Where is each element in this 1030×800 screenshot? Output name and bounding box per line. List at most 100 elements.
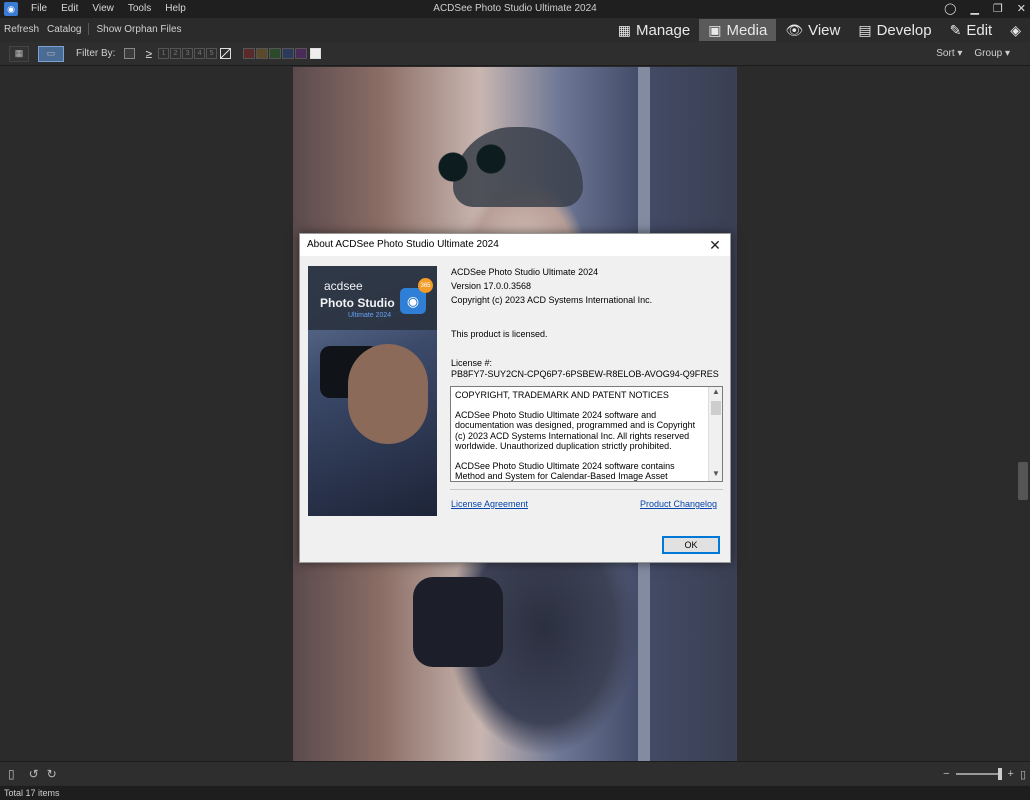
eye-icon: 👁 xyxy=(785,21,804,38)
restore-icon[interactable]: ❐ xyxy=(993,0,1003,18)
tab-develop-label: Develop xyxy=(876,21,932,39)
zoom-slider[interactable] xyxy=(955,768,1002,780)
zoom-out-icon[interactable]: − xyxy=(943,768,949,780)
rating-3[interactable]: 3 xyxy=(182,48,194,59)
menu-view[interactable]: View xyxy=(85,0,121,18)
dialog-title-bar: About ACDSee Photo Studio Ultimate 2024 … xyxy=(300,234,730,256)
notices-heading: COPYRIGHT, TRADEMARK AND PATENT NOTICES xyxy=(455,390,669,400)
status-bar: Total 17 items xyxy=(0,786,1030,800)
menu-edit[interactable]: Edit xyxy=(54,0,85,18)
menu-help[interactable]: Help xyxy=(158,0,193,18)
zoom-in-icon[interactable]: + xyxy=(1008,768,1014,780)
acdsee-window: ◉ File Edit View Tools Help ACDSee Photo… xyxy=(0,0,1030,800)
group-dropdown[interactable]: Group ▾ xyxy=(974,42,1010,66)
color-label-3[interactable] xyxy=(269,48,282,59)
product-name: ACDSee Photo Studio Ultimate 2024 xyxy=(451,267,599,277)
develop-icon: ▤ xyxy=(858,21,872,38)
toolbar-divider xyxy=(88,23,90,35)
tab-365[interactable]: ◈ xyxy=(1001,19,1030,41)
viewer-scrollbar[interactable] xyxy=(1018,462,1028,500)
mode-tabs: ▦ Manage ▣ Media 👁 View ▤ Develop ✎ Edit… xyxy=(609,19,1030,41)
bottom-toolbar: ▯ ↺ ↻ − + ▯ xyxy=(0,761,1030,785)
menu-file[interactable]: File xyxy=(24,0,54,18)
single-view-icon[interactable]: ▭ xyxy=(38,45,64,62)
notices-scrollbar[interactable]: ▲ ▼ xyxy=(708,387,722,481)
color-label-2[interactable] xyxy=(256,48,269,59)
sort-dropdown[interactable]: Sort ▾ xyxy=(936,42,962,66)
no-color-label-icon[interactable] xyxy=(310,48,322,59)
item-count: Total 17 items xyxy=(4,788,60,798)
filter-by-label: Filter By: xyxy=(76,48,116,59)
refresh-button[interactable]: Refresh xyxy=(0,24,43,35)
close-icon[interactable]: ✕ xyxy=(1017,0,1026,18)
rotate-right-icon[interactable]: ↻ xyxy=(47,767,57,781)
zoom-slider-knob[interactable] xyxy=(997,768,1002,780)
rotate-left-icon[interactable]: ↺ xyxy=(29,767,39,781)
profile-icon[interactable]: ◯ xyxy=(944,0,956,18)
tab-view[interactable]: 👁 View xyxy=(776,19,849,41)
splash-brand: acdsee xyxy=(324,279,363,293)
dialog-divider xyxy=(450,489,723,490)
rating-comparator[interactable]: ≥ xyxy=(145,47,152,61)
copyright-text: Copyright (c) 2023 ACD Systems Internati… xyxy=(451,295,653,305)
catalog-button[interactable]: Catalog xyxy=(43,24,85,35)
license-key: PB8FY7-SUY2CN-CPQ6P7-6PSBEW-R8ELOB-AVOG9… xyxy=(451,369,719,379)
filter-checkbox[interactable] xyxy=(124,48,136,59)
license-status: This product is licensed. xyxy=(451,329,548,339)
media-icon: ▣ xyxy=(708,21,722,38)
sort-group-controls: Sort ▾ Group ▾ xyxy=(936,42,1010,66)
color-label-5[interactable] xyxy=(295,48,308,59)
window-controls: ◯ ▁ ❐ ✕ xyxy=(944,0,1026,18)
zoom-controls: − + ▯ xyxy=(943,762,1026,786)
ok-button[interactable]: OK xyxy=(662,536,720,554)
license-label: License #: xyxy=(451,358,493,368)
scroll-thumb[interactable] xyxy=(711,401,721,415)
splash-product: Photo Studio xyxy=(320,296,395,310)
filter-toolbar: ▦ ▭ Filter By: ≥ 1 2 3 4 5 Sort ▾ Group … xyxy=(0,42,1030,66)
rating-5[interactable]: 5 xyxy=(206,48,218,59)
grid-view-icon[interactable]: ▦ xyxy=(9,45,29,62)
scroll-up-icon[interactable]: ▲ xyxy=(709,387,722,399)
tab-media[interactable]: ▣ Media xyxy=(699,19,777,41)
photo-goggles-shape xyxy=(433,137,513,192)
tab-develop[interactable]: ▤ Develop xyxy=(849,19,940,41)
tab-view-label: View xyxy=(808,21,841,39)
rating-4[interactable]: 4 xyxy=(194,48,206,59)
tab-manage[interactable]: ▦ Manage xyxy=(609,19,699,41)
grid-icon: ▦ xyxy=(617,21,631,38)
notices-textbox[interactable]: COPYRIGHT, TRADEMARK AND PATENT NOTICES … xyxy=(450,386,723,482)
tab-edit[interactable]: ✎ Edit xyxy=(941,19,1002,41)
rating-2[interactable]: 2 xyxy=(170,48,182,59)
splash-365-badge-icon: 365 xyxy=(418,278,433,293)
tab-media-label: Media xyxy=(726,21,768,39)
dialog-close-icon[interactable]: ✕ xyxy=(706,236,724,254)
splash-image: acdsee Photo Studio Ultimate 2024 ◉ 365 xyxy=(308,266,437,516)
cloud-eye-icon: ◈ xyxy=(1010,21,1021,38)
notices-paragraph-1: ACDSee Photo Studio Ultimate 2024 softwa… xyxy=(455,409,696,452)
tab-manage-label: Manage xyxy=(636,21,691,39)
product-changelog-link[interactable]: Product Changelog xyxy=(640,499,717,509)
minimize-icon[interactable]: ▁ xyxy=(970,0,978,18)
color-label-1[interactable] xyxy=(243,48,256,59)
panel-toggle-icon[interactable]: ▯ xyxy=(8,767,15,781)
notices-content: COPYRIGHT, TRADEMARK AND PATENT NOTICES … xyxy=(455,390,707,482)
scroll-down-icon[interactable]: ▼ xyxy=(709,469,722,481)
show-orphan-files-button[interactable]: Show Orphan Files xyxy=(92,24,185,35)
color-label-filter xyxy=(243,48,308,59)
tab-edit-label: Edit xyxy=(966,21,993,39)
rating-filter: 1 2 3 4 5 xyxy=(158,48,218,59)
dialog-title: About ACDSee Photo Studio Ultimate 2024 xyxy=(307,239,499,250)
color-label-4[interactable] xyxy=(282,48,295,59)
no-rating-icon[interactable] xyxy=(220,48,232,59)
fit-screen-icon[interactable]: ▯ xyxy=(1020,768,1026,781)
menu-bar: File Edit View Tools Help xyxy=(24,0,193,18)
app-camera-icon[interactable]: ◉ xyxy=(4,2,18,16)
rating-1[interactable]: 1 xyxy=(158,48,170,59)
about-dialog: About ACDSee Photo Studio Ultimate 2024 … xyxy=(299,233,731,563)
splash-edition: Ultimate 2024 xyxy=(348,312,392,319)
version-text: Version 17.0.0.3568 xyxy=(451,281,532,291)
menu-tools[interactable]: Tools xyxy=(121,0,158,18)
edit-icon: ✎ xyxy=(949,21,962,38)
notices-paragraph-2: ACDSee Photo Studio Ultimate 2024 softwa… xyxy=(455,460,675,482)
license-agreement-link[interactable]: License Agreement xyxy=(451,499,528,509)
